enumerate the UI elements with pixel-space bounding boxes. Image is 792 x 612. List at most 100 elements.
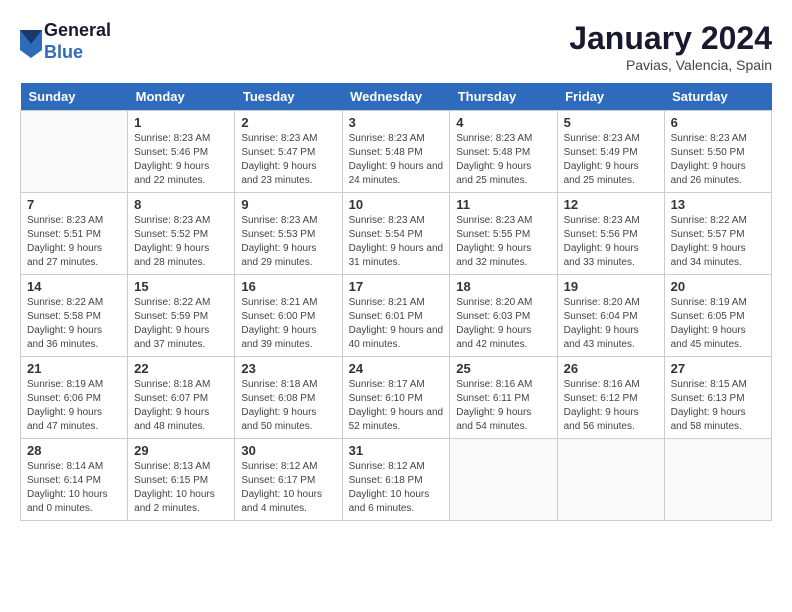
day-number: 29 xyxy=(134,443,228,458)
day-number: 5 xyxy=(564,115,658,130)
day-number: 3 xyxy=(349,115,444,130)
day-info: Sunrise: 8:23 AMSunset: 5:56 PMDaylight:… xyxy=(564,214,658,270)
calendar-cell: 1 Sunrise: 8:23 AMSunset: 5:46 PMDayligh… xyxy=(128,111,235,193)
calendar-cell xyxy=(450,439,557,521)
day-info: Sunrise: 8:23 AMSunset: 5:53 PMDaylight:… xyxy=(241,214,335,270)
day-info: Sunrise: 8:23 AMSunset: 5:48 PMDaylight:… xyxy=(349,132,444,188)
day-info: Sunrise: 8:12 AMSunset: 6:18 PMDaylight:… xyxy=(349,460,444,516)
day-number: 16 xyxy=(241,279,335,294)
day-info: Sunrise: 8:22 AMSunset: 5:58 PMDaylight:… xyxy=(27,296,121,352)
calendar-cell: 23 Sunrise: 8:18 AMSunset: 6:08 PMDaylig… xyxy=(235,357,342,439)
week-row-2: 7 Sunrise: 8:23 AMSunset: 5:51 PMDayligh… xyxy=(21,193,772,275)
day-info: Sunrise: 8:23 AMSunset: 5:52 PMDaylight:… xyxy=(134,214,228,270)
calendar-cell xyxy=(21,111,128,193)
day-number: 25 xyxy=(456,361,550,376)
day-info: Sunrise: 8:22 AMSunset: 5:57 PMDaylight:… xyxy=(671,214,765,270)
day-info: Sunrise: 8:23 AMSunset: 5:49 PMDaylight:… xyxy=(564,132,658,188)
day-number: 27 xyxy=(671,361,765,376)
week-row-4: 21 Sunrise: 8:19 AMSunset: 6:06 PMDaylig… xyxy=(21,357,772,439)
day-number: 11 xyxy=(456,197,550,212)
calendar-cell: 7 Sunrise: 8:23 AMSunset: 5:51 PMDayligh… xyxy=(21,193,128,275)
month-title: January 2024 xyxy=(569,20,772,57)
calendar-cell: 2 Sunrise: 8:23 AMSunset: 5:47 PMDayligh… xyxy=(235,111,342,193)
logo: General Blue xyxy=(20,20,111,63)
weekday-header-thursday: Thursday xyxy=(450,83,557,111)
calendar-cell: 16 Sunrise: 8:21 AMSunset: 6:00 PMDaylig… xyxy=(235,275,342,357)
day-number: 26 xyxy=(564,361,658,376)
day-info: Sunrise: 8:23 AMSunset: 5:50 PMDaylight:… xyxy=(671,132,765,188)
day-info: Sunrise: 8:18 AMSunset: 6:08 PMDaylight:… xyxy=(241,378,335,434)
calendar-cell: 10 Sunrise: 8:23 AMSunset: 5:54 PMDaylig… xyxy=(342,193,450,275)
day-info: Sunrise: 8:16 AMSunset: 6:11 PMDaylight:… xyxy=(456,378,550,434)
calendar-cell: 21 Sunrise: 8:19 AMSunset: 6:06 PMDaylig… xyxy=(21,357,128,439)
weekday-header-friday: Friday xyxy=(557,83,664,111)
logo-general: General xyxy=(44,20,111,42)
weekday-header-saturday: Saturday xyxy=(664,83,771,111)
day-info: Sunrise: 8:21 AMSunset: 6:01 PMDaylight:… xyxy=(349,296,444,352)
day-info: Sunrise: 8:20 AMSunset: 6:03 PMDaylight:… xyxy=(456,296,550,352)
day-info: Sunrise: 8:23 AMSunset: 5:48 PMDaylight:… xyxy=(456,132,550,188)
calendar-cell: 25 Sunrise: 8:16 AMSunset: 6:11 PMDaylig… xyxy=(450,357,557,439)
day-number: 18 xyxy=(456,279,550,294)
day-info: Sunrise: 8:21 AMSunset: 6:00 PMDaylight:… xyxy=(241,296,335,352)
day-number: 30 xyxy=(241,443,335,458)
day-info: Sunrise: 8:19 AMSunset: 6:06 PMDaylight:… xyxy=(27,378,121,434)
calendar-cell: 26 Sunrise: 8:16 AMSunset: 6:12 PMDaylig… xyxy=(557,357,664,439)
calendar-cell: 18 Sunrise: 8:20 AMSunset: 6:03 PMDaylig… xyxy=(450,275,557,357)
day-number: 6 xyxy=(671,115,765,130)
day-number: 10 xyxy=(349,197,444,212)
day-info: Sunrise: 8:15 AMSunset: 6:13 PMDaylight:… xyxy=(671,378,765,434)
calendar-cell: 22 Sunrise: 8:18 AMSunset: 6:07 PMDaylig… xyxy=(128,357,235,439)
calendar-cell: 5 Sunrise: 8:23 AMSunset: 5:49 PMDayligh… xyxy=(557,111,664,193)
day-info: Sunrise: 8:14 AMSunset: 6:14 PMDaylight:… xyxy=(27,460,121,516)
day-info: Sunrise: 8:23 AMSunset: 5:46 PMDaylight:… xyxy=(134,132,228,188)
weekday-header-wednesday: Wednesday xyxy=(342,83,450,111)
day-info: Sunrise: 8:23 AMSunset: 5:55 PMDaylight:… xyxy=(456,214,550,270)
day-number: 8 xyxy=(134,197,228,212)
day-number: 15 xyxy=(134,279,228,294)
week-row-3: 14 Sunrise: 8:22 AMSunset: 5:58 PMDaylig… xyxy=(21,275,772,357)
calendar-cell: 30 Sunrise: 8:12 AMSunset: 6:17 PMDaylig… xyxy=(235,439,342,521)
day-number: 20 xyxy=(671,279,765,294)
calendar-cell: 8 Sunrise: 8:23 AMSunset: 5:52 PMDayligh… xyxy=(128,193,235,275)
weekday-header-row: SundayMondayTuesdayWednesdayThursdayFrid… xyxy=(21,83,772,111)
calendar-cell: 13 Sunrise: 8:22 AMSunset: 5:57 PMDaylig… xyxy=(664,193,771,275)
day-number: 17 xyxy=(349,279,444,294)
calendar-cell: 24 Sunrise: 8:17 AMSunset: 6:10 PMDaylig… xyxy=(342,357,450,439)
day-number: 28 xyxy=(27,443,121,458)
title-block: January 2024 Pavias, Valencia, Spain xyxy=(569,20,772,73)
day-number: 22 xyxy=(134,361,228,376)
calendar-cell: 28 Sunrise: 8:14 AMSunset: 6:14 PMDaylig… xyxy=(21,439,128,521)
day-number: 7 xyxy=(27,197,121,212)
day-info: Sunrise: 8:22 AMSunset: 5:59 PMDaylight:… xyxy=(134,296,228,352)
day-number: 4 xyxy=(456,115,550,130)
logo-text: General Blue xyxy=(44,20,111,63)
day-number: 24 xyxy=(349,361,444,376)
day-info: Sunrise: 8:12 AMSunset: 6:17 PMDaylight:… xyxy=(241,460,335,516)
calendar-cell: 19 Sunrise: 8:20 AMSunset: 6:04 PMDaylig… xyxy=(557,275,664,357)
week-row-5: 28 Sunrise: 8:14 AMSunset: 6:14 PMDaylig… xyxy=(21,439,772,521)
week-row-1: 1 Sunrise: 8:23 AMSunset: 5:46 PMDayligh… xyxy=(21,111,772,193)
calendar-cell: 4 Sunrise: 8:23 AMSunset: 5:48 PMDayligh… xyxy=(450,111,557,193)
calendar-cell: 12 Sunrise: 8:23 AMSunset: 5:56 PMDaylig… xyxy=(557,193,664,275)
calendar-cell: 14 Sunrise: 8:22 AMSunset: 5:58 PMDaylig… xyxy=(21,275,128,357)
weekday-header-tuesday: Tuesday xyxy=(235,83,342,111)
day-number: 14 xyxy=(27,279,121,294)
day-info: Sunrise: 8:18 AMSunset: 6:07 PMDaylight:… xyxy=(134,378,228,434)
calendar-cell xyxy=(557,439,664,521)
day-info: Sunrise: 8:23 AMSunset: 5:51 PMDaylight:… xyxy=(27,214,121,270)
day-number: 1 xyxy=(134,115,228,130)
day-info: Sunrise: 8:16 AMSunset: 6:12 PMDaylight:… xyxy=(564,378,658,434)
weekday-header-monday: Monday xyxy=(128,83,235,111)
weekday-header-sunday: Sunday xyxy=(21,83,128,111)
day-info: Sunrise: 8:23 AMSunset: 5:54 PMDaylight:… xyxy=(349,214,444,270)
logo-icon xyxy=(20,30,40,54)
calendar-cell: 31 Sunrise: 8:12 AMSunset: 6:18 PMDaylig… xyxy=(342,439,450,521)
calendar-table: SundayMondayTuesdayWednesdayThursdayFrid… xyxy=(20,83,772,521)
calendar-cell: 20 Sunrise: 8:19 AMSunset: 6:05 PMDaylig… xyxy=(664,275,771,357)
day-number: 19 xyxy=(564,279,658,294)
logo-blue: Blue xyxy=(44,42,111,64)
day-info: Sunrise: 8:19 AMSunset: 6:05 PMDaylight:… xyxy=(671,296,765,352)
day-number: 31 xyxy=(349,443,444,458)
calendar-cell: 15 Sunrise: 8:22 AMSunset: 5:59 PMDaylig… xyxy=(128,275,235,357)
